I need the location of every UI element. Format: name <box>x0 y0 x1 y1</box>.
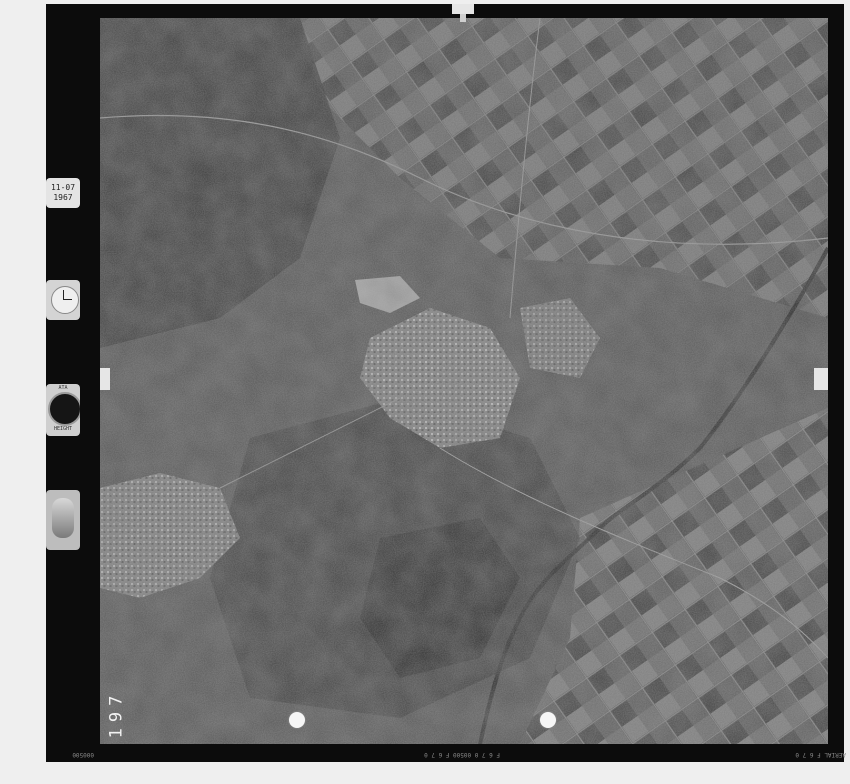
level-bubble <box>52 498 74 538</box>
level-bubble-icon <box>46 490 80 550</box>
clock-hand-minute <box>63 299 72 300</box>
date-plate: 11-07 1967 <box>46 178 80 208</box>
aerial-terrain <box>100 18 828 744</box>
clock-face <box>51 286 79 314</box>
fiducial-top <box>452 4 474 22</box>
altimeter-label-top: ATA <box>58 385 68 391</box>
date-line-1: 11-07 <box>50 183 76 192</box>
registration-dot-right <box>540 712 556 728</box>
film-code-center: F 6 7 0 00500 F 6 7 0 <box>424 751 500 758</box>
frame-number: 197 <box>104 684 128 744</box>
fiducial-right <box>814 368 828 390</box>
frame-number-text: 197 <box>106 689 126 739</box>
film-code-left: 000500 <box>72 751 94 758</box>
altimeter-icon: ATA HEIGHT <box>46 384 80 436</box>
registration-dot-left <box>289 712 305 728</box>
film-code-right: AERIAL F 6 7 0 <box>795 751 846 758</box>
altimeter-dial <box>48 392 80 426</box>
altimeter-label-bottom: HEIGHT <box>53 426 73 432</box>
scan-page: 11-07 1967 ATA HEIGHT 197 000500 F 6 7 0… <box>0 0 850 784</box>
date-line-2: 1967 <box>53 193 73 202</box>
aerial-photograph <box>100 18 828 744</box>
clock-icon <box>46 280 80 320</box>
fiducial-left <box>100 368 110 390</box>
